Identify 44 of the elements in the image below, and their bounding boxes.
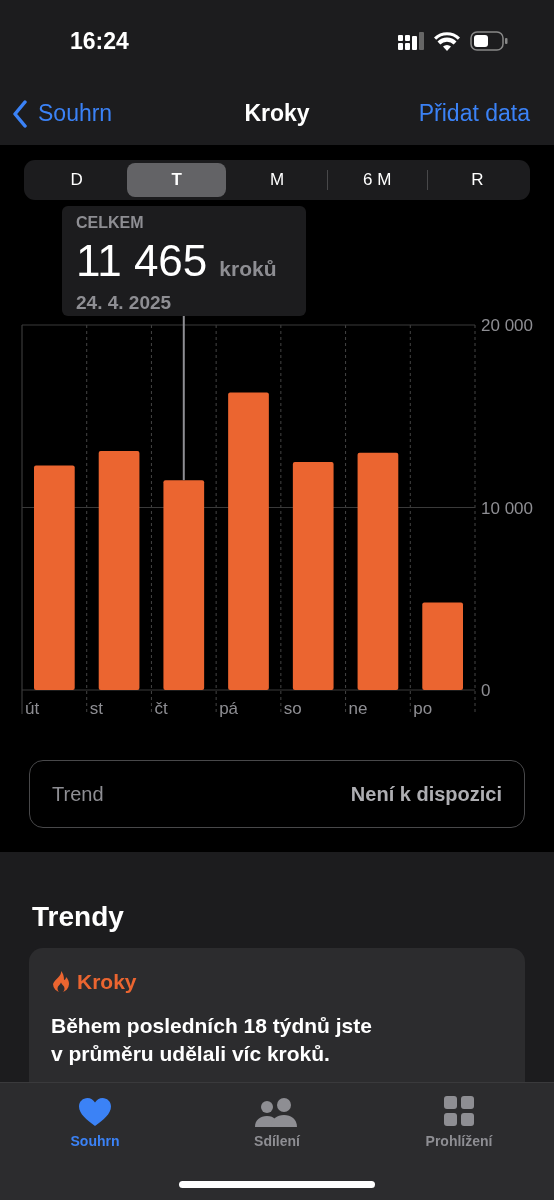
grid-icon [443,1095,475,1127]
bar[interactable] [98,450,140,690]
segment-tab[interactable]: M [227,163,327,197]
card-text: Během posledních 18 týdnů jste v průměru udělali víc kroků. [51,1012,373,1067]
axis-category-label: čt [154,699,168,718]
axis-category-label: so [283,699,302,718]
trend-label: Trend [52,782,104,807]
heart-icon [78,1097,112,1127]
axis-tick-label: 10 000 [481,498,533,518]
trend-value: Není k dispozici [350,782,502,807]
tooltip-date: 24. 4. 2025 [76,291,173,315]
card-category: Kroky [77,969,137,995]
segment-tab[interactable]: 6 M [327,163,427,197]
bar[interactable] [163,480,205,690]
tab-bar-item[interactable]: Prohlížení [404,1093,514,1155]
flame-icon [51,969,71,994]
segment-tab[interactable]: T [127,163,227,197]
trend-card[interactable]: Kroky Během posledních 18 týdnů jste v průměru udělali víc kroků. [29,948,525,1082]
people-icon [254,1097,300,1127]
tooltip-label: CELKEM [76,213,145,233]
tab-bar-item[interactable]: Sdílení [222,1093,332,1155]
signal-icon [398,32,424,50]
tooltip-value: 11 465 [76,239,208,283]
chevron-left-icon [12,99,28,128]
segment-tab[interactable]: D [27,163,127,197]
tab-bar-item[interactable]: Souhrn [40,1093,150,1155]
status-time: 16:24 [70,26,129,56]
axis-category-label: st [89,699,103,718]
wifi-icon [434,31,460,51]
axis-tick-label: 0 [481,681,491,700]
section-title: Trendy [32,900,125,934]
tooltip-unit: kroků [219,258,277,279]
axis-category-label: ne [348,699,368,718]
bar[interactable] [357,452,399,690]
axis-category-label: po [413,699,433,718]
axis-category-label: út [25,699,40,718]
back-button[interactable]: Souhrn [12,96,113,131]
add-data-button[interactable]: Přidat data [418,96,542,131]
bar[interactable] [292,461,334,690]
nav-title: Kroky [244,99,310,129]
battery-icon [470,31,508,51]
segment-tab[interactable]: R [427,163,527,197]
axis-tick-label: 20 000 [481,316,533,335]
axis-category-label: pá [219,699,239,718]
